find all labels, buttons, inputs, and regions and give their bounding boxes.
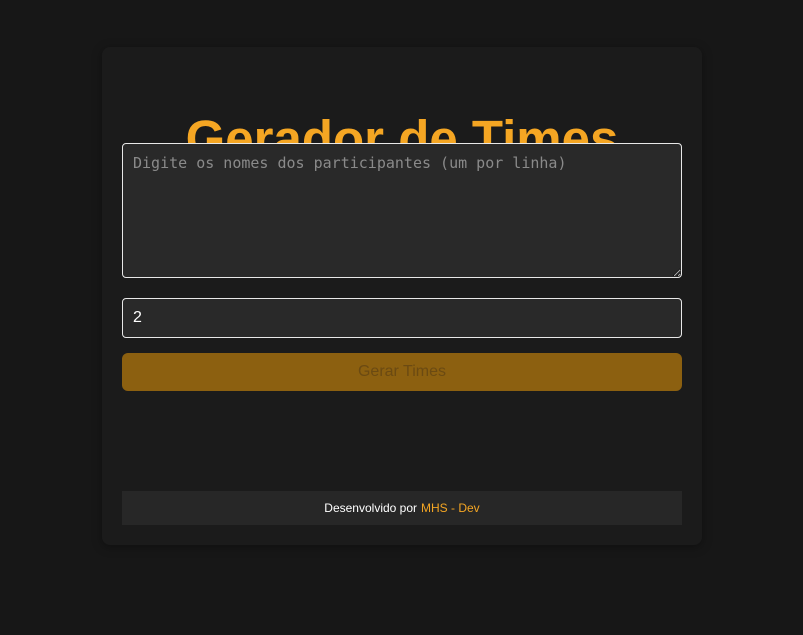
generator-card: Gerador de Times Gerar Times Desenvolvid… — [102, 47, 702, 545]
generate-teams-button[interactable]: Gerar Times — [122, 353, 682, 391]
team-count-input[interactable] — [122, 298, 682, 338]
participants-textarea[interactable] — [122, 143, 682, 278]
footer-prefix: Desenvolvido por — [324, 501, 418, 515]
footer-author-link[interactable]: MHS - Dev — [421, 501, 480, 515]
footer: Desenvolvido por MHS - Dev — [122, 491, 682, 525]
